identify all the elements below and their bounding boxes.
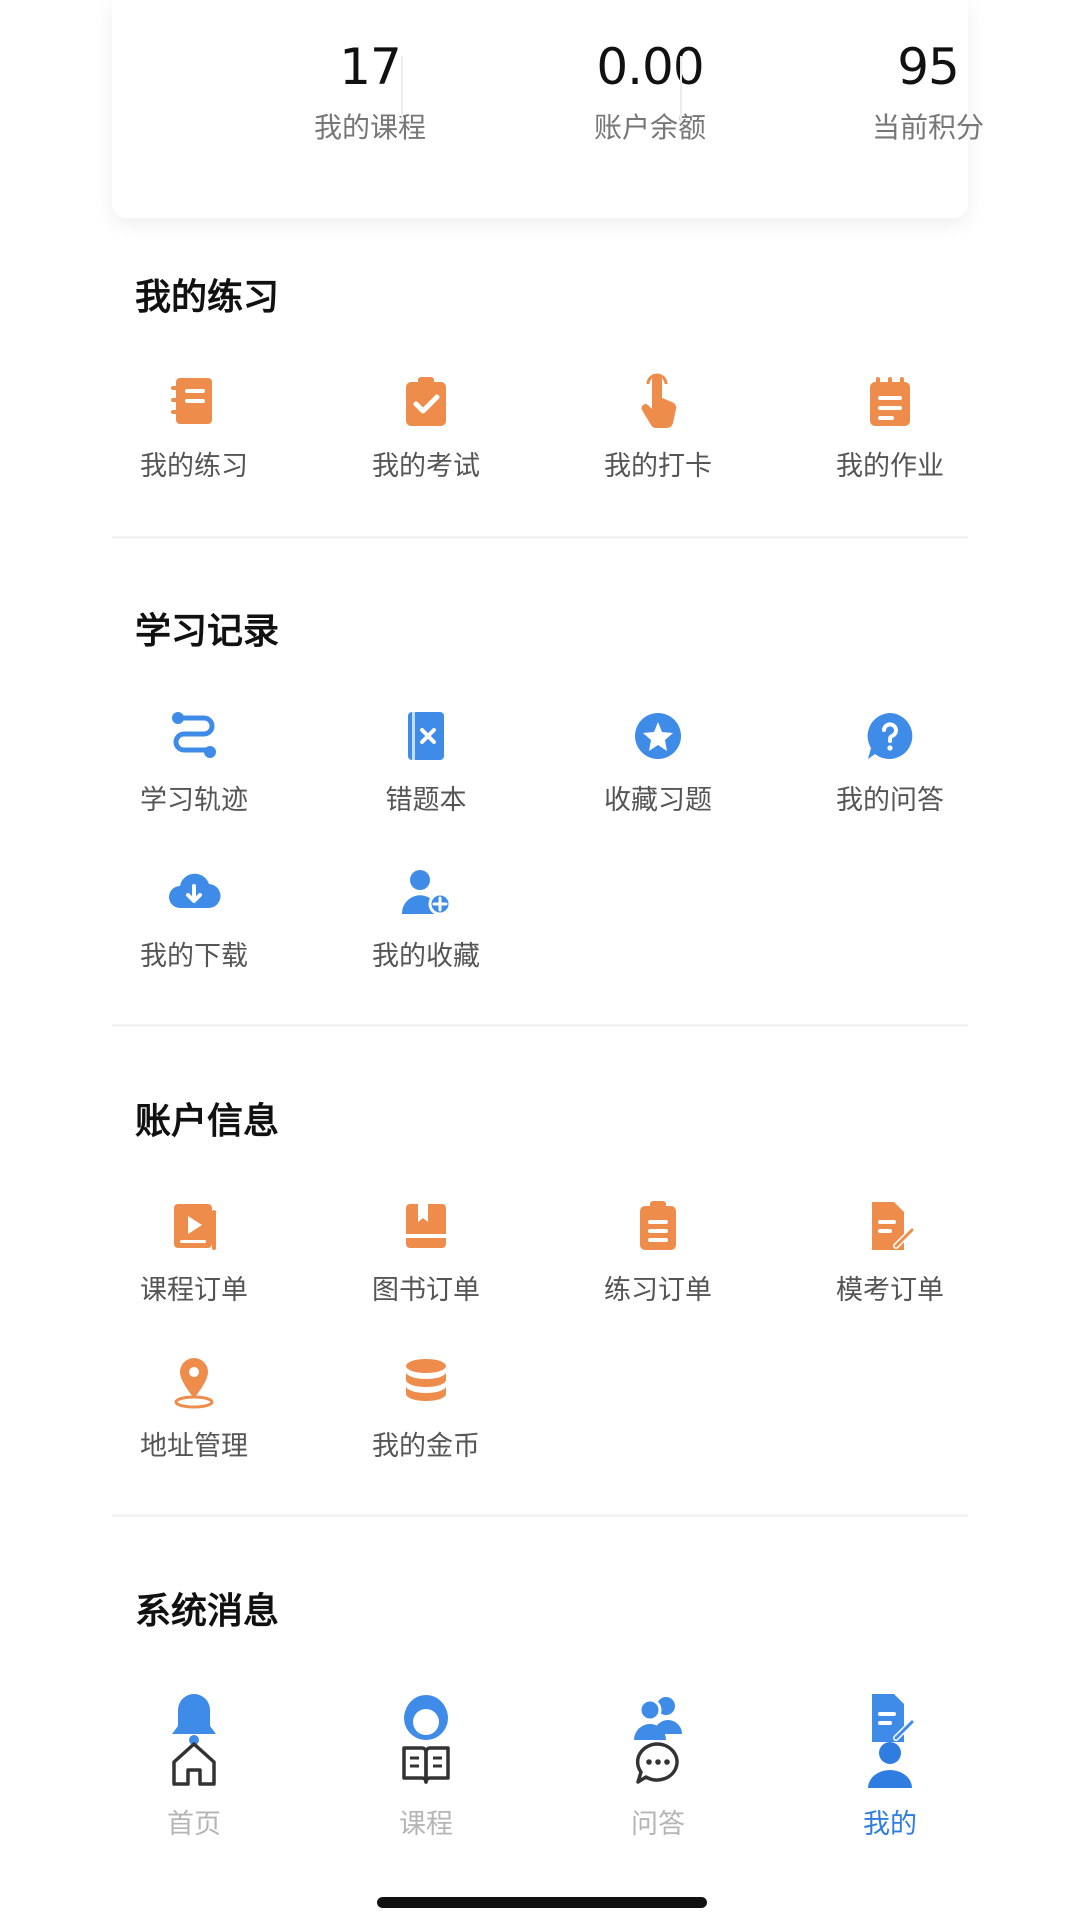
grid-item-mock-exam-orders[interactable]: 模考订单 [790,1196,990,1316]
tab-qa[interactable]: 问答 [558,1738,758,1848]
section-title-account: 账户信息 [135,1101,280,1142]
stat-label: 我的课程 [313,111,426,144]
grid-item-wrong-book[interactable]: 错题本 [326,706,526,826]
location-pin-icon [164,1352,224,1412]
grid-item-label: 我的练习 [140,451,248,482]
tab-label: 首页 [167,1809,221,1840]
grid-item-label: 我的收藏 [372,941,480,972]
grid-item-my-practice[interactable]: 我的练习 [94,372,294,492]
cloud-download-icon [164,862,224,922]
grid-item-label: 错题本 [385,785,467,816]
stat-value: 0.00 [596,38,704,96]
stat-label: 当前积分 [871,111,984,144]
stat-value: 95 [897,38,960,96]
user-favorite-icon [396,862,456,922]
section-divider [112,536,968,539]
section-divider [112,1024,968,1027]
grid-item-label: 我的考试 [372,451,480,482]
star-circle-icon [628,706,688,766]
grid-item-label: 课程订单 [140,1275,248,1306]
video-order-icon [164,1196,224,1256]
grid-item-label: 图书订单 [372,1275,480,1306]
coin-stack-icon [396,1352,456,1412]
grid-item-label: 我的打卡 [604,451,712,482]
stats-card: 17 我的课程 0.00 账户余额 95 当前积分 [112,0,984,218]
notepad-icon [860,372,920,432]
grid-item-label: 我的金币 [372,1431,480,1462]
route-icon [164,706,224,766]
grid-item-my-favorites[interactable]: 我的收藏 [326,862,526,982]
tab-label: 我的 [863,1809,917,1840]
grid-item-my-downloads[interactable]: 我的下载 [94,862,294,982]
tab-label: 课程 [399,1809,453,1840]
open-book-icon [400,1738,452,1790]
section-title-practice: 我的练习 [135,277,280,318]
wrong-book-icon [396,706,456,766]
tab-label: 问答 [631,1809,685,1840]
stat-value: 17 [339,38,402,96]
chat-bubble-icon [632,1738,684,1790]
grid-item-my-checkin[interactable]: 我的打卡 [558,372,758,492]
grid-item-book-orders[interactable]: 图书订单 [326,1196,526,1316]
person-icon [864,1738,916,1790]
grid-item-label: 我的下载 [140,941,248,972]
divider [680,56,682,122]
tab-home[interactable]: 首页 [94,1738,294,1848]
grid-item-address-management[interactable]: 地址管理 [94,1352,294,1472]
grid-item-my-exam[interactable]: 我的考试 [326,372,526,492]
clipboard-order-icon [628,1196,688,1256]
document-edit-icon [860,1196,920,1256]
home-icon [168,1738,220,1790]
question-bubble-icon [860,706,920,766]
tab-courses[interactable]: 课程 [326,1738,526,1848]
tap-hand-icon [628,372,688,432]
book-order-icon [396,1196,456,1256]
grid-item-my-qa[interactable]: 我的问答 [790,706,990,826]
section-title-records: 学习记录 [135,611,280,652]
grid-item-learning-track[interactable]: 学习轨迹 [94,706,294,826]
grid-item-my-homework[interactable]: 我的作业 [790,372,990,492]
divider [401,56,403,122]
grid-item-practice-orders[interactable]: 练习订单 [558,1196,758,1316]
grid-item-label: 练习订单 [604,1275,712,1306]
grid-item-label: 我的作业 [836,451,944,482]
grid-item-label: 我的问答 [836,785,944,816]
grid-item-my-coins[interactable]: 我的金币 [326,1352,526,1472]
section-title-messages: 系统消息 [135,1591,280,1632]
grid-item-favorite-questions[interactable]: 收藏习题 [558,706,758,826]
section-divider [112,1514,968,1517]
grid-item-label: 模考订单 [836,1275,944,1306]
tab-mine[interactable]: 我的 [790,1738,990,1848]
clipboard-check-icon [396,372,456,432]
grid-item-label: 学习轨迹 [140,785,248,816]
notebook-icon [164,372,224,432]
home-indicator [377,1897,707,1908]
grid-item-label: 收藏习题 [604,785,712,816]
stat-label: 账户余额 [593,111,706,144]
grid-item-course-orders[interactable]: 课程订单 [94,1196,294,1316]
grid-item-label: 地址管理 [140,1431,248,1462]
